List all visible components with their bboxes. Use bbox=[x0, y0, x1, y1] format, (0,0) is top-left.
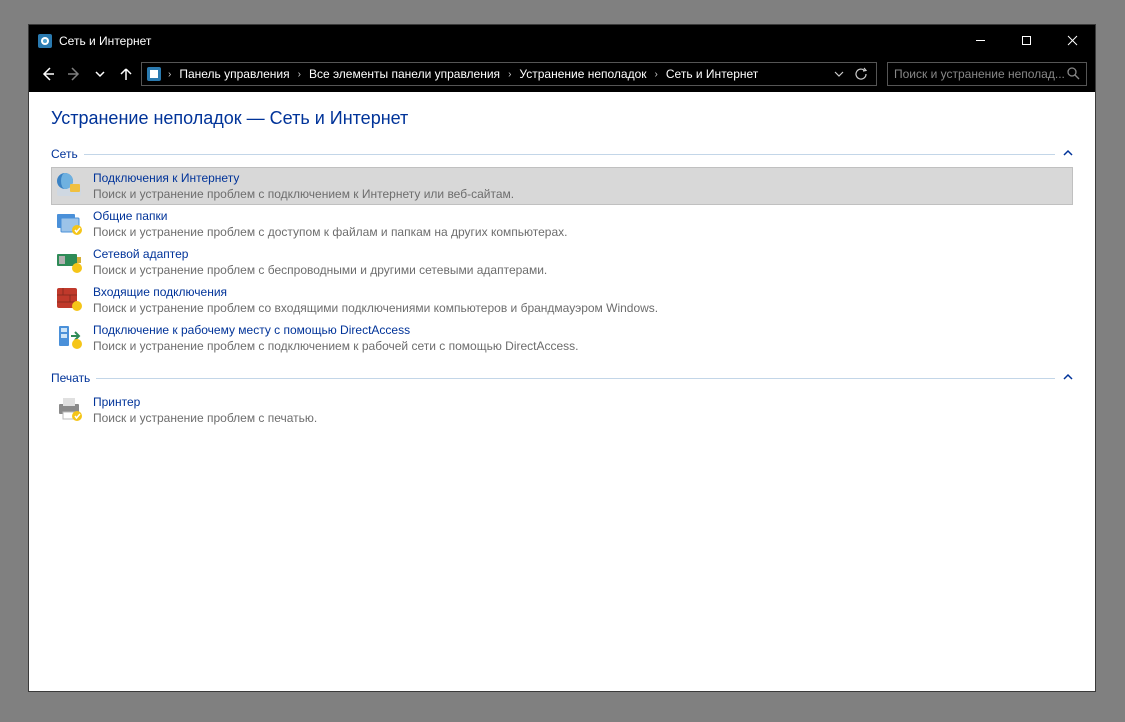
item-description: Поиск и устранение проблем с подключение… bbox=[93, 186, 514, 202]
address-dropdown-button[interactable] bbox=[828, 63, 850, 85]
app-icon bbox=[37, 33, 53, 49]
crumb-control-panel[interactable]: Панель управления bbox=[175, 67, 293, 81]
chevron-right-icon[interactable]: › bbox=[294, 69, 305, 80]
chevron-up-icon[interactable] bbox=[1055, 148, 1073, 161]
refresh-button[interactable] bbox=[850, 63, 872, 85]
item-description: Поиск и устранение проблем с доступом к … bbox=[93, 224, 567, 240]
directaccess-icon bbox=[55, 322, 83, 350]
troubleshooter-item[interactable]: ПринтерПоиск и устранение проблем с печа… bbox=[51, 391, 1073, 429]
crumb-troubleshooting[interactable]: Устранение неполадок bbox=[515, 67, 650, 81]
crumb-network-internet[interactable]: Сеть и Интернет bbox=[662, 67, 762, 81]
item-description: Поиск и устранение проблем с подключение… bbox=[93, 338, 579, 354]
troubleshooter-item[interactable]: Подключение к рабочему месту с помощью D… bbox=[51, 319, 1073, 357]
troubleshooter-item[interactable]: Общие папкиПоиск и устранение проблем с … bbox=[51, 205, 1073, 243]
chevron-right-icon[interactable]: › bbox=[504, 69, 515, 80]
troubleshooter-item[interactable]: Подключения к ИнтернетуПоиск и устранени… bbox=[51, 167, 1073, 205]
printer-icon bbox=[55, 394, 83, 422]
up-button[interactable] bbox=[115, 63, 137, 85]
page-title: Устранение неполадок — Сеть и Интернет bbox=[51, 108, 1073, 129]
item-title: Принтер bbox=[93, 394, 317, 410]
search-box[interactable] bbox=[887, 62, 1087, 86]
section-label: Печать bbox=[51, 371, 96, 385]
item-title: Подключение к рабочему месту с помощью D… bbox=[93, 322, 579, 338]
search-input[interactable] bbox=[894, 67, 1066, 81]
navbar: › Панель управления › Все элементы панел… bbox=[29, 56, 1095, 92]
minimize-button[interactable] bbox=[957, 25, 1003, 56]
location-icon bbox=[146, 66, 162, 82]
item-description: Поиск и устранение проблем с печатью. bbox=[93, 410, 317, 426]
section-label: Сеть bbox=[51, 147, 84, 161]
item-title: Входящие подключения bbox=[93, 284, 658, 300]
forward-button[interactable] bbox=[63, 63, 85, 85]
section-divider bbox=[96, 378, 1055, 379]
chevron-up-icon[interactable] bbox=[1055, 372, 1073, 385]
section-divider bbox=[84, 154, 1055, 155]
firewall-icon bbox=[55, 284, 83, 312]
troubleshooter-item[interactable]: Входящие подключенияПоиск и устранение п… bbox=[51, 281, 1073, 319]
item-title: Подключения к Интернету bbox=[93, 170, 514, 186]
chevron-right-icon[interactable]: › bbox=[164, 69, 175, 80]
item-description: Поиск и устранение проблем со входящими … bbox=[93, 300, 658, 316]
adapter-icon bbox=[55, 246, 83, 274]
recent-locations-button[interactable] bbox=[89, 63, 111, 85]
search-icon bbox=[1066, 66, 1080, 83]
item-title: Общие папки bbox=[93, 208, 567, 224]
titlebar: Сеть и Интернет bbox=[29, 25, 1095, 56]
content-area: Устранение неполадок — Сеть и Интернет С… bbox=[29, 92, 1095, 691]
globe-icon bbox=[55, 170, 83, 198]
address-bar[interactable]: › Панель управления › Все элементы панел… bbox=[141, 62, 877, 86]
chevron-right-icon[interactable]: › bbox=[651, 69, 662, 80]
troubleshooter-item[interactable]: Сетевой адаптерПоиск и устранение пробле… bbox=[51, 243, 1073, 281]
section-header[interactable]: Сеть bbox=[51, 147, 1073, 161]
back-button[interactable] bbox=[37, 63, 59, 85]
maximize-button[interactable] bbox=[1003, 25, 1049, 56]
folder-icon bbox=[55, 208, 83, 236]
window-frame: Сеть и Интернет bbox=[28, 24, 1096, 692]
item-description: Поиск и устранение проблем с беспроводны… bbox=[93, 262, 547, 278]
section-header[interactable]: Печать bbox=[51, 371, 1073, 385]
crumb-all-items[interactable]: Все элементы панели управления bbox=[305, 67, 504, 81]
item-title: Сетевой адаптер bbox=[93, 246, 547, 262]
window-title: Сеть и Интернет bbox=[59, 34, 151, 48]
close-button[interactable] bbox=[1049, 25, 1095, 56]
